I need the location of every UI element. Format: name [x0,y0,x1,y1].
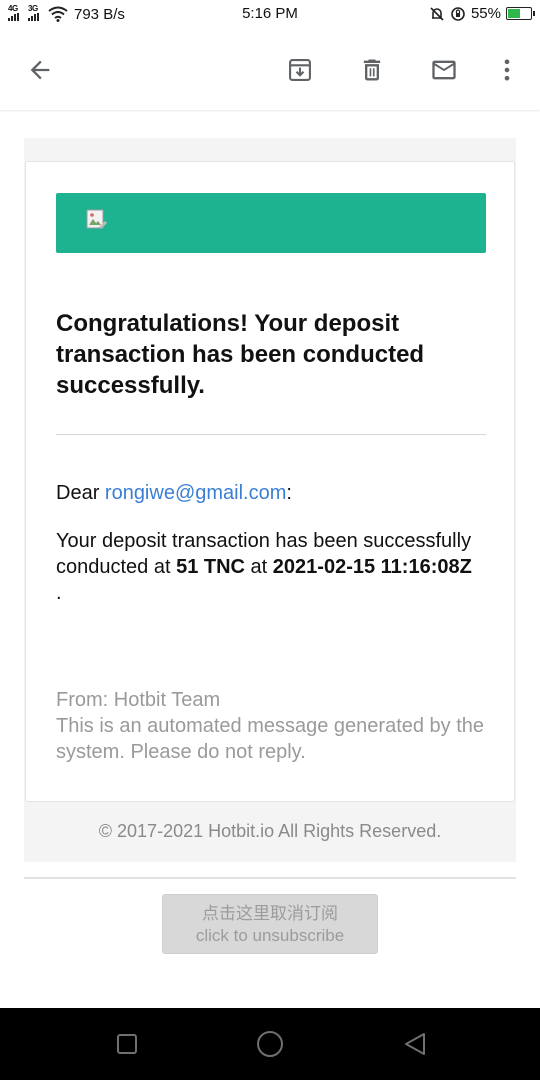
copyright: © 2017-2021 Hotbit.io All Rights Reserve… [98,821,442,841]
home-button[interactable] [252,1026,288,1062]
battery-fill [508,9,520,18]
broken-image-icon [86,209,107,229]
status-bar: 4G 3G 793 B/s 5:16 PM 55% [0,0,540,30]
greeting-suffix: : [286,482,292,504]
header-banner [56,193,486,253]
back-triangle-icon [405,1033,425,1055]
unsubscribe-label-cn: 点击这里取消订阅 [202,904,338,923]
recents-button[interactable] [109,1026,145,1062]
delete-button[interactable] [352,50,392,90]
greeting: Dear rongiwe@gmail.com: [56,482,292,505]
battery-nub [533,11,535,16]
alarm-lock-icon [451,6,465,21]
footer-divider [24,877,516,879]
more-vert-icon [504,59,510,81]
recipient-email-link[interactable]: rongiwe@gmail.com [105,482,286,504]
back-button[interactable] [20,50,60,90]
more-options-button[interactable] [487,50,527,90]
archive-icon [289,59,311,81]
navigation-bar [0,1008,540,1080]
bell-off-icon [430,6,444,21]
message-text-3: . [56,582,62,604]
battery-percent: 55% [470,5,501,22]
signature: From: Hotbit Team This is an automated m… [56,687,496,765]
archive-button[interactable] [280,50,320,90]
delete-icon [363,59,381,81]
mark-unread-button[interactable] [424,50,464,90]
back-arrow-icon [30,60,50,80]
battery-icon [506,7,535,20]
unsubscribe-label-en: click to unsubscribe [195,926,345,945]
headline: Congratulations! Your deposit transactio… [56,310,425,399]
status-right: 55% [429,5,535,22]
message-body: Your deposit transaction has been succes… [56,528,476,606]
email-card: Congratulations! Your deposit transactio… [25,161,515,802]
unsubscribe-button[interactable]: 点击这里取消订阅 click to unsubscribe [162,894,378,954]
automated-note: This is an automated message generated b… [56,715,485,763]
back-nav-button[interactable] [397,1026,433,1062]
recents-square-icon [117,1034,137,1054]
message-text-2: at [245,556,273,578]
email-container: Congratulations! Your deposit transactio… [24,138,516,862]
deposit-amount: 51 TNC [176,556,245,578]
email-toolbar [0,30,540,110]
from-line: From: Hotbit Team [56,689,221,711]
divider [56,434,486,435]
screen: 4G 3G 793 B/s 5:16 PM 55% Congratulation… [0,0,540,1080]
mark-unread-icon [432,60,456,80]
home-circle-icon [257,1031,283,1057]
greeting-prefix: Dear [56,482,105,504]
deposit-timestamp: 2021-02-15 11:16:08Z [272,556,472,578]
